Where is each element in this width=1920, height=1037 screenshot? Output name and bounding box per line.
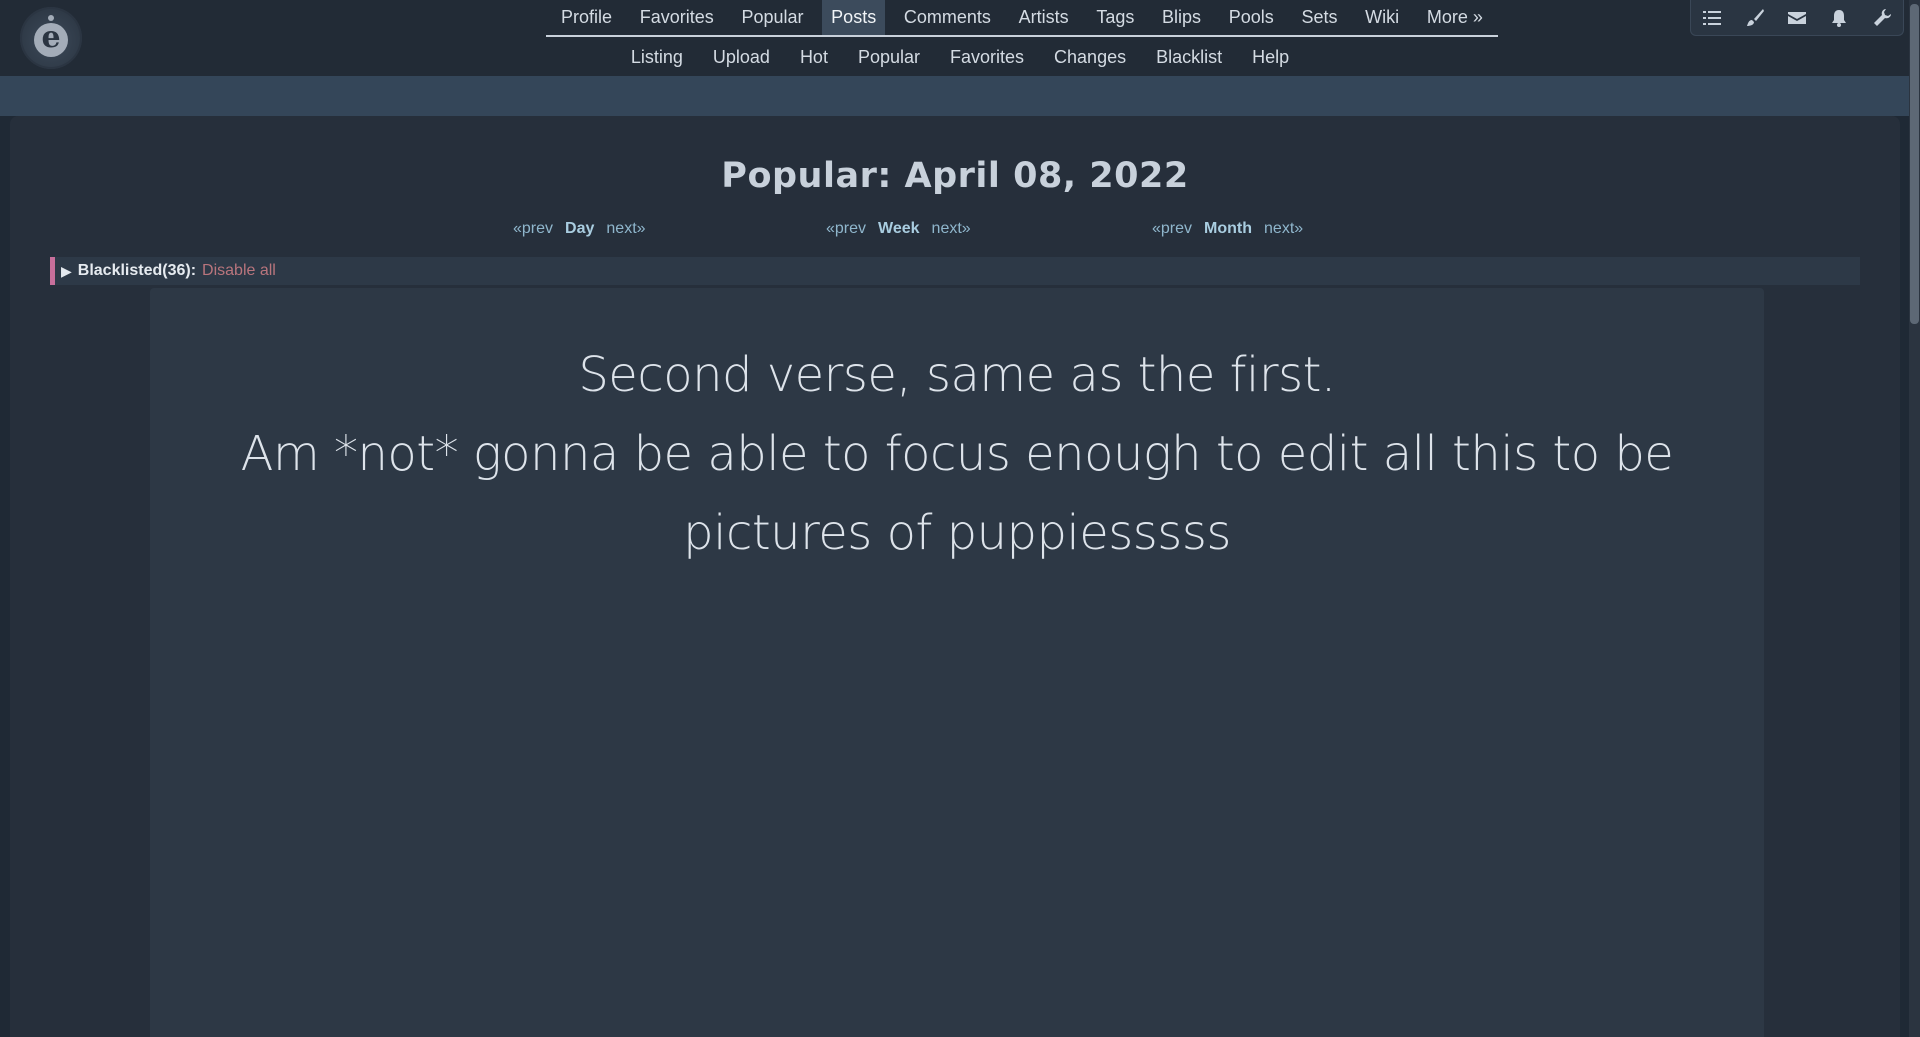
day-range-nav: «prev Day next» [513, 220, 646, 238]
week-next-link[interactable]: next» [932, 220, 971, 237]
month-link[interactable]: Month [1204, 220, 1252, 237]
week-range-nav: «prev Week next» [826, 220, 971, 238]
nav-popular[interactable]: Popular [732, 0, 812, 35]
nav-posts[interactable]: Posts [822, 0, 886, 35]
subnav-upload[interactable]: Upload [698, 47, 785, 68]
page: e Profile Favorites Popular Posts Commen… [0, 0, 1920, 1037]
week-link[interactable]: Week [878, 220, 920, 237]
nav-wiki[interactable]: Wiki [1356, 0, 1408, 35]
blacklist-label[interactable]: Blacklisted(36): [78, 262, 196, 280]
user-toolbar [1690, 0, 1904, 36]
month-next-link[interactable]: next» [1264, 220, 1303, 237]
subnav-popular[interactable]: Popular [843, 47, 935, 68]
scrollbar-track[interactable] [1909, 0, 1920, 1037]
nav-tags[interactable]: Tags [1087, 0, 1143, 35]
subnav-blacklist[interactable]: Blacklist [1141, 47, 1237, 68]
post-text-line: Am *not* gonna be able to focus enough t… [240, 426, 1674, 482]
subnav-changes[interactable]: Changes [1039, 47, 1141, 68]
post-text-line: pictures of puppiesssss [683, 505, 1231, 561]
month-prev-link[interactable]: «prev [1152, 220, 1192, 237]
nav-pools[interactable]: Pools [1220, 0, 1283, 35]
top-bar: e Profile Favorites Popular Posts Commen… [0, 0, 1920, 76]
blacklist-bar: ▶ Blacklisted(36): Disable all [50, 257, 1860, 285]
nav-artists[interactable]: Artists [1010, 0, 1078, 35]
day-link[interactable]: Day [565, 220, 594, 237]
nav-sets[interactable]: Sets [1292, 0, 1346, 35]
month-range-nav: «prev Month next» [1152, 220, 1303, 238]
header-band [0, 76, 1920, 116]
nav-blips[interactable]: Blips [1153, 0, 1210, 35]
subnav-listing[interactable]: Listing [616, 47, 698, 68]
day-next-link[interactable]: next» [606, 220, 645, 237]
bell-icon[interactable] [1826, 5, 1852, 31]
week-prev-link[interactable]: «prev [826, 220, 866, 237]
logo-dot [48, 15, 54, 21]
subnav-hot[interactable]: Hot [785, 47, 843, 68]
disable-all-link[interactable]: Disable all [202, 262, 276, 280]
post-text: Second verse, same as the first. Am *not… [150, 336, 1764, 573]
nav-favorites[interactable]: Favorites [631, 0, 723, 35]
wrench-icon[interactable] [1869, 5, 1895, 31]
subnav-favorites[interactable]: Favorites [935, 47, 1039, 68]
content-panel: Popular: April 08, 2022 «prev Day next» «p… [10, 116, 1900, 1037]
list-checks-icon[interactable] [1699, 5, 1725, 31]
nav-more[interactable]: More » [1418, 0, 1492, 35]
nav-profile[interactable]: Profile [552, 0, 621, 35]
envelope-icon[interactable] [1784, 5, 1810, 31]
post-text-panel: Second verse, same as the first. Am *not… [150, 288, 1764, 1037]
expand-triangle-icon[interactable]: ▶ [61, 263, 72, 280]
post-text-line: Second verse, same as the first. [578, 347, 1336, 403]
scrollbar-thumb[interactable] [1910, 4, 1919, 324]
page-title: Popular: April 08, 2022 [721, 156, 1189, 196]
main-nav: Profile Favorites Popular Posts Comments… [546, 0, 1498, 37]
subnav-help[interactable]: Help [1237, 47, 1304, 68]
sub-nav: Listing Upload Hot Popular Favorites Cha… [0, 38, 1920, 76]
nav-comments[interactable]: Comments [895, 0, 1000, 35]
day-prev-link[interactable]: «prev [513, 220, 553, 237]
brush-icon[interactable] [1742, 5, 1768, 31]
